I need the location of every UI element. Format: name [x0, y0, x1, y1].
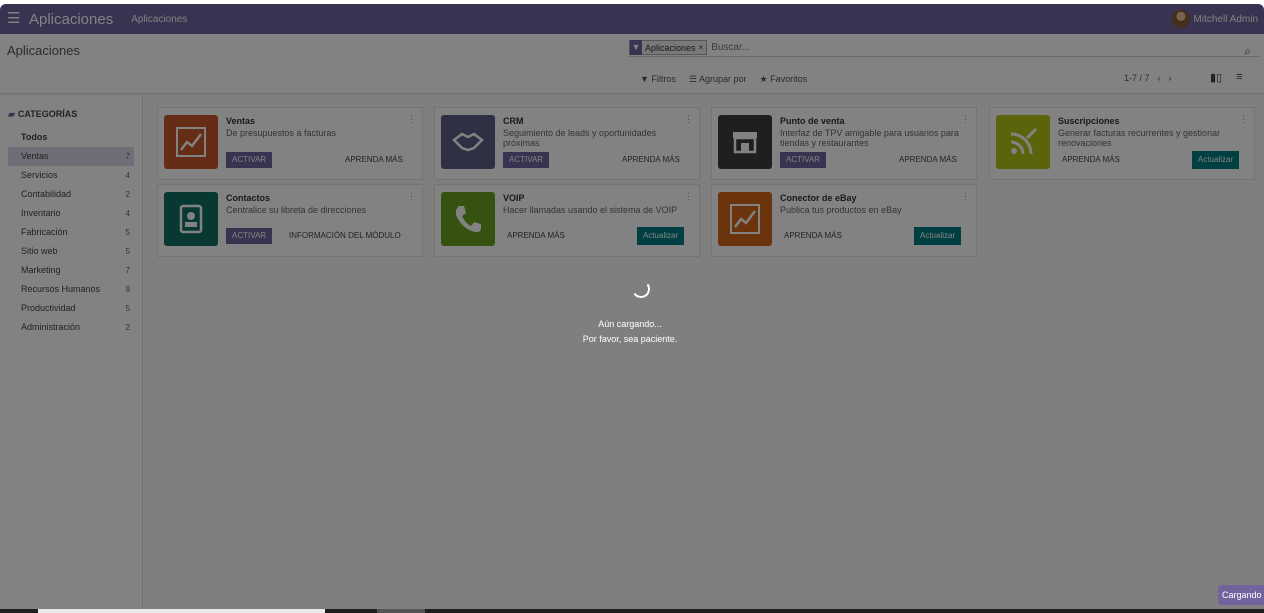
strip-segment: [38, 609, 325, 613]
loading-badge: Cargando: [1218, 585, 1264, 605]
loading-overlay: Aún cargando... Por favor, sea paciente.…: [0, 4, 1264, 609]
bottom-strip: [0, 609, 1264, 613]
loading-message: Aún cargando... Por favor, sea paciente.: [500, 317, 760, 347]
app-window: ☰ Aplicaciones Aplicaciones Mitchell Adm…: [0, 4, 1264, 609]
strip-segment: [377, 609, 425, 613]
loading-line-2: Por favor, sea paciente.: [582, 334, 678, 344]
loading-line-1: Aún cargando...: [598, 319, 662, 329]
spinner-icon: [630, 278, 652, 300]
